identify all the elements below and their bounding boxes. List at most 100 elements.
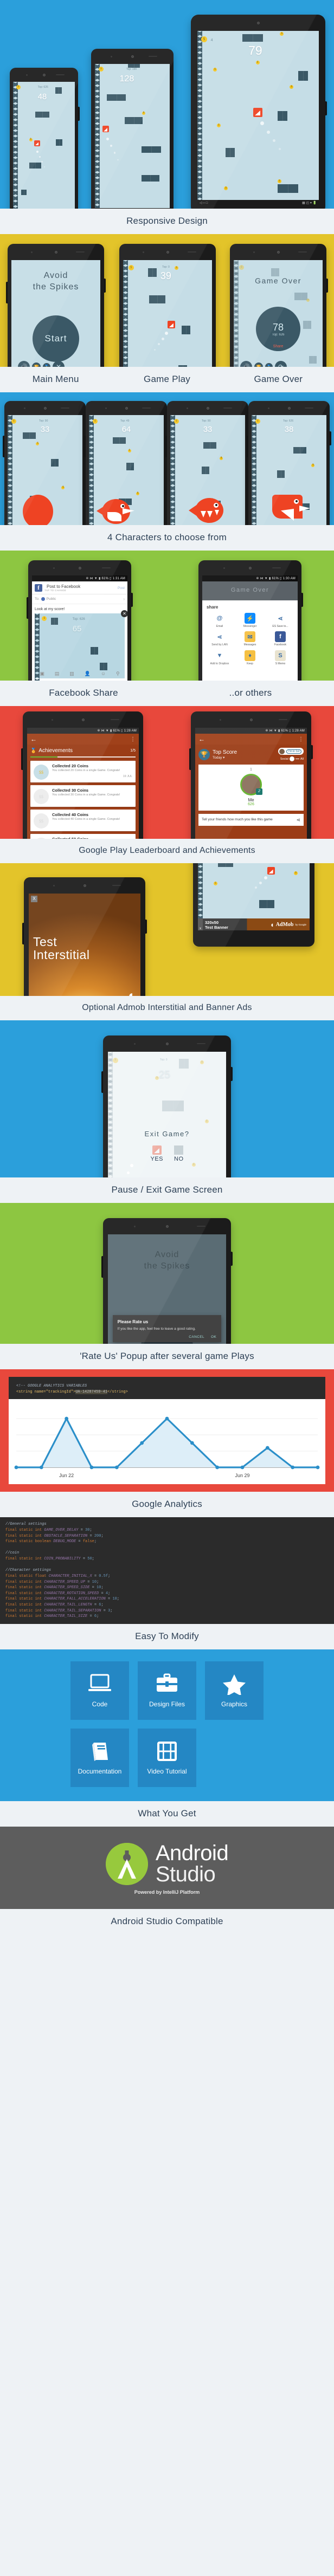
volume-button[interactable] [3, 436, 4, 457]
data-point[interactable] [65, 1416, 69, 1421]
share-sheet[interactable]: share @ Email ⚡ Messenger ⋖ ES Save to... ⋖ Sen… [202, 600, 298, 681]
album-icon[interactable]: ▥ [69, 671, 74, 677]
sticker-icon[interactable]: ☺ [101, 671, 106, 677]
data-point[interactable] [39, 1465, 43, 1470]
code-value[interactable]: 10 [112, 1597, 117, 1601]
audience-row[interactable]: To: Public › [32, 594, 127, 604]
tablet-system-bar[interactable]: ◁ ○ □ ▦ ◰ ▾ 🔋 [197, 200, 319, 205]
tag-friends-icon[interactable]: 👤 [85, 671, 91, 677]
share-app-grid[interactable]: @ Email ⚡ Messenger ⋖ ES Save to... ⋖ Send by L… [202, 613, 298, 665]
achievement-row[interactable]: $$Collected 50 CoinsYou collected 50 Coi… [30, 834, 136, 839]
nav-group[interactable]: ◁ ○ □ [200, 201, 208, 205]
achievements-icon[interactable]: 🏅 [265, 363, 273, 367]
location-icon[interactable]: ⚲ [116, 671, 120, 677]
ok-button[interactable]: OK [211, 1335, 216, 1339]
volume-button[interactable] [84, 436, 86, 457]
code-value[interactable]: 50 [87, 1557, 92, 1561]
send-lan-icon[interactable]: ⋖ [214, 631, 225, 643]
es-share-icon[interactable]: ⋖ [275, 613, 286, 624]
camera-icon[interactable]: ▣ [40, 671, 44, 677]
code-value[interactable]: 0.5f [99, 1574, 108, 1578]
data-point[interactable] [265, 1446, 269, 1450]
deliverable-tile[interactable]: Graphics [205, 1661, 264, 1720]
share-sheet-screen[interactable]: ✲ ⋈ ▼ ▮ 61% ▯ 1:30 AM Game Over share @ E… [202, 575, 298, 681]
power-button[interactable] [330, 431, 331, 445]
data-point[interactable] [316, 1465, 320, 1470]
volume-button[interactable] [247, 436, 248, 457]
rate-us-screen[interactable]: Avoid the Spikes Please Rate us If you l… [108, 1234, 226, 1344]
close-icon[interactable]: ✕ [53, 361, 65, 367]
toggle-knob[interactable] [289, 756, 294, 761]
power-button[interactable] [131, 593, 133, 607]
trophy-icon[interactable]: 🏆 [254, 363, 263, 367]
achievements-icon[interactable]: 🏅 [43, 363, 50, 367]
deliverable-tile[interactable]: Video Tutorial [138, 1728, 196, 1787]
yes-button[interactable]: YES [150, 1145, 163, 1162]
messenger-icon[interactable]: ⚡ [245, 613, 255, 624]
main-menu-screen[interactable]: Avoid the Spikes Start 🔊 🏆 🏅 ✕ [11, 260, 100, 367]
composer-tools[interactable]: ▣ ▤ ▥ 👤 ☺ ⚲ [35, 671, 125, 677]
volume-button[interactable] [165, 436, 167, 457]
no-button[interactable]: NO [174, 1145, 184, 1162]
share-app-item[interactable]: @ Email [204, 613, 235, 628]
data-point[interactable] [89, 1465, 94, 1470]
replay-icon[interactable]: ⟳ [275, 361, 287, 367]
share-app-item[interactable]: ⋖ Send by LAN [204, 631, 235, 646]
volume-button[interactable] [6, 282, 8, 303]
deliverable-tile[interactable]: Documentation [70, 1728, 129, 1787]
my-rank-badge[interactable]: I'm in 1st [278, 748, 304, 755]
power-button[interactable] [326, 279, 328, 293]
close-icon[interactable]: X [31, 896, 37, 902]
start-button[interactable]: Start [33, 315, 79, 362]
volume-button[interactable] [189, 748, 191, 770]
achievement-row[interactable]: $$ Collected 40 Coins You collected 40 Coi… [30, 810, 136, 831]
power-button[interactable] [301, 593, 303, 607]
power-button[interactable] [325, 101, 327, 115]
social-all-toggle[interactable]: Social All [278, 756, 304, 761]
back-arrow-icon[interactable]: ← [198, 735, 205, 743]
share-app-item[interactable]: ⋖ ES Save to... [265, 613, 296, 628]
share-app-item[interactable]: ✉ Messages [235, 631, 265, 646]
power-button[interactable] [231, 1067, 233, 1081]
banner-game-screen[interactable]: $ $ x 320x50 Test Banner ◖ AdMob by Goog… [198, 863, 310, 930]
share-app-item[interactable]: SS Memo [265, 650, 296, 665]
composer-message[interactable]: Look at my score! [32, 604, 127, 613]
s-memo-icon[interactable]: S [275, 650, 286, 661]
action-bar[interactable]: ← ⋮ [27, 734, 139, 745]
data-point[interactable] [165, 1416, 169, 1421]
data-point[interactable] [190, 1441, 194, 1445]
google-keep-icon[interactable]: ♦ [245, 650, 255, 661]
trophy-icon[interactable]: 🏆 [32, 363, 41, 367]
interstitial-ad[interactable]: X Test Interstitial ◖ [29, 894, 140, 996]
data-point[interactable] [291, 1465, 295, 1470]
sound-icon[interactable]: 🔊 [18, 361, 30, 367]
share-app-item[interactable]: f Facebook [265, 631, 296, 646]
pause-exit-screen[interactable]: $ $ $ $ $ Top: 0 25 Exit Game? YES NO [108, 1052, 226, 1177]
data-point[interactable] [240, 1465, 245, 1470]
share-icon[interactable]: ⋖ [296, 817, 300, 823]
volume-button[interactable] [101, 1071, 103, 1093]
email-icon[interactable]: @ [214, 613, 225, 624]
power-button[interactable] [78, 107, 80, 121]
tracking-id-value[interactable]: UA-14287459-41 [75, 1389, 108, 1394]
dropbox-icon[interactable]: ▼ [214, 650, 225, 661]
facebook-icon[interactable]: f [275, 631, 286, 643]
sound-icon[interactable]: 🔊 [240, 361, 252, 367]
overflow-menu-icon[interactable]: ⋮ [130, 736, 136, 742]
tell-friends-row[interactable]: Tell your friends how much you like this… [198, 814, 304, 826]
rate-us-dialog[interactable]: Please Rate us If you like the app, feel… [112, 1315, 222, 1342]
data-point[interactable] [114, 1465, 119, 1470]
time-filter-dropdown[interactable]: Today ▾ [213, 755, 237, 760]
game-play-screen[interactable]: $ $ Top: 0 39 [123, 260, 212, 367]
deliverable-tile[interactable]: Design Files [138, 1661, 196, 1720]
analytics-code[interactable]: <!-- GOOGLE ANALYTICS VARIABLES <string … [9, 1377, 325, 1400]
share-app-item[interactable]: ♦ Keep [235, 650, 265, 665]
leaderboard-top-entry[interactable]: 1 2 Me 626 [198, 765, 304, 811]
achievements-screen[interactable]: ✲ ⋈ ▼ ▮ 61% ▯ 1:28 AM ← ⋮ 🏅 Achievements [27, 728, 139, 839]
power-button[interactable] [231, 1252, 233, 1266]
data-point[interactable] [14, 1465, 18, 1470]
achievement-row[interactable]: $$ Collected 30 Coins You collected 30 Coi… [30, 785, 136, 807]
deliverables-grid[interactable]: Code Design Files Graphics Documentation Vid… [0, 1649, 334, 1801]
close-icon[interactable]: ✕ [121, 610, 127, 617]
power-button[interactable] [104, 279, 106, 293]
